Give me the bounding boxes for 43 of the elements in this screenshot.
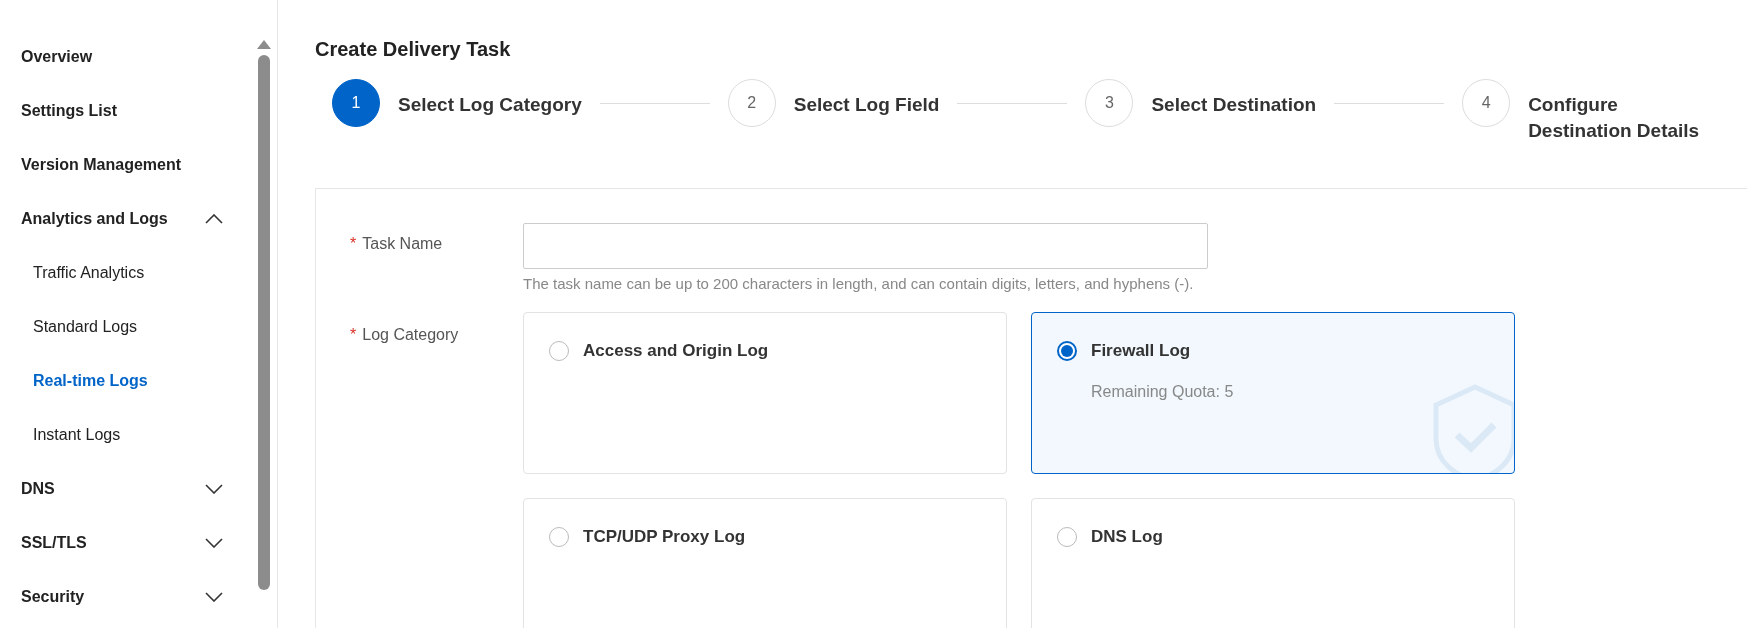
chevron-up-icon [205, 214, 223, 224]
field-hint: The task name can be up to 200 characters in length, and can contain digits, letters, and hyphens (-). [523, 275, 1195, 292]
option-card[interactable]: DNS Log [1031, 498, 1515, 628]
radio-button[interactable] [549, 341, 569, 361]
field-label: * Task Name [350, 234, 444, 254]
field-label: * Log Category [350, 325, 460, 345]
radio-button[interactable] [549, 527, 569, 547]
radio-button[interactable] [1057, 527, 1077, 547]
step-number: 1 [332, 79, 380, 127]
nav-item[interactable]: Settings List [0, 84, 255, 138]
step-label: Select Log Category [398, 93, 582, 117]
option-title: Access and Origin Log [583, 341, 769, 361]
chevron-down-icon [205, 592, 223, 602]
nav-subitem[interactable]: Instant Logs [0, 408, 255, 462]
step-number: 3 [1085, 79, 1134, 127]
nav-item[interactable]: Overview [0, 30, 255, 84]
chevron-down-icon [205, 538, 223, 548]
scroll-up-icon[interactable] [257, 40, 271, 49]
radio-button[interactable] [1057, 341, 1077, 361]
step-number: 2 [727, 79, 776, 127]
nav-subitem[interactable]: Standard Logs [0, 300, 255, 354]
step-label: Configure Destination Details [1528, 93, 1701, 143]
option-card[interactable]: TCP/UDP Proxy Log [523, 498, 1007, 628]
nav-subitem[interactable]: Traffic Analytics [0, 246, 255, 300]
nav-item[interactable]: DNS [0, 462, 255, 516]
nav-item[interactable]: Version Management [0, 138, 255, 192]
option-title: TCP/UDP Proxy Log [583, 527, 746, 547]
quota-text: Remaining Quota: 5 [1091, 383, 1235, 401]
option-card[interactable]: Access and Origin Log [523, 312, 1007, 474]
step-label: Select Destination [1151, 93, 1317, 117]
option-card[interactable]: Firewall Log Remaining Quota: 5 [1031, 312, 1515, 474]
step-number: 4 [1462, 79, 1511, 127]
nav-item[interactable]: SSL/TLS [0, 516, 255, 570]
chevron-down-icon [205, 484, 223, 494]
nav-subitem[interactable]: Real-time Logs [0, 354, 255, 408]
step-label: Select Log Field [793, 93, 940, 117]
page-title: Create Delivery Task [315, 38, 512, 61]
option-title: Firewall Log [1091, 341, 1191, 361]
option-title: DNS Log [1091, 527, 1163, 547]
nav-item[interactable]: Analytics and Logs [0, 192, 255, 246]
scrollbar-thumb[interactable] [258, 55, 270, 590]
nav-item[interactable]: Security [0, 570, 255, 624]
input-field[interactable] [523, 223, 1208, 269]
